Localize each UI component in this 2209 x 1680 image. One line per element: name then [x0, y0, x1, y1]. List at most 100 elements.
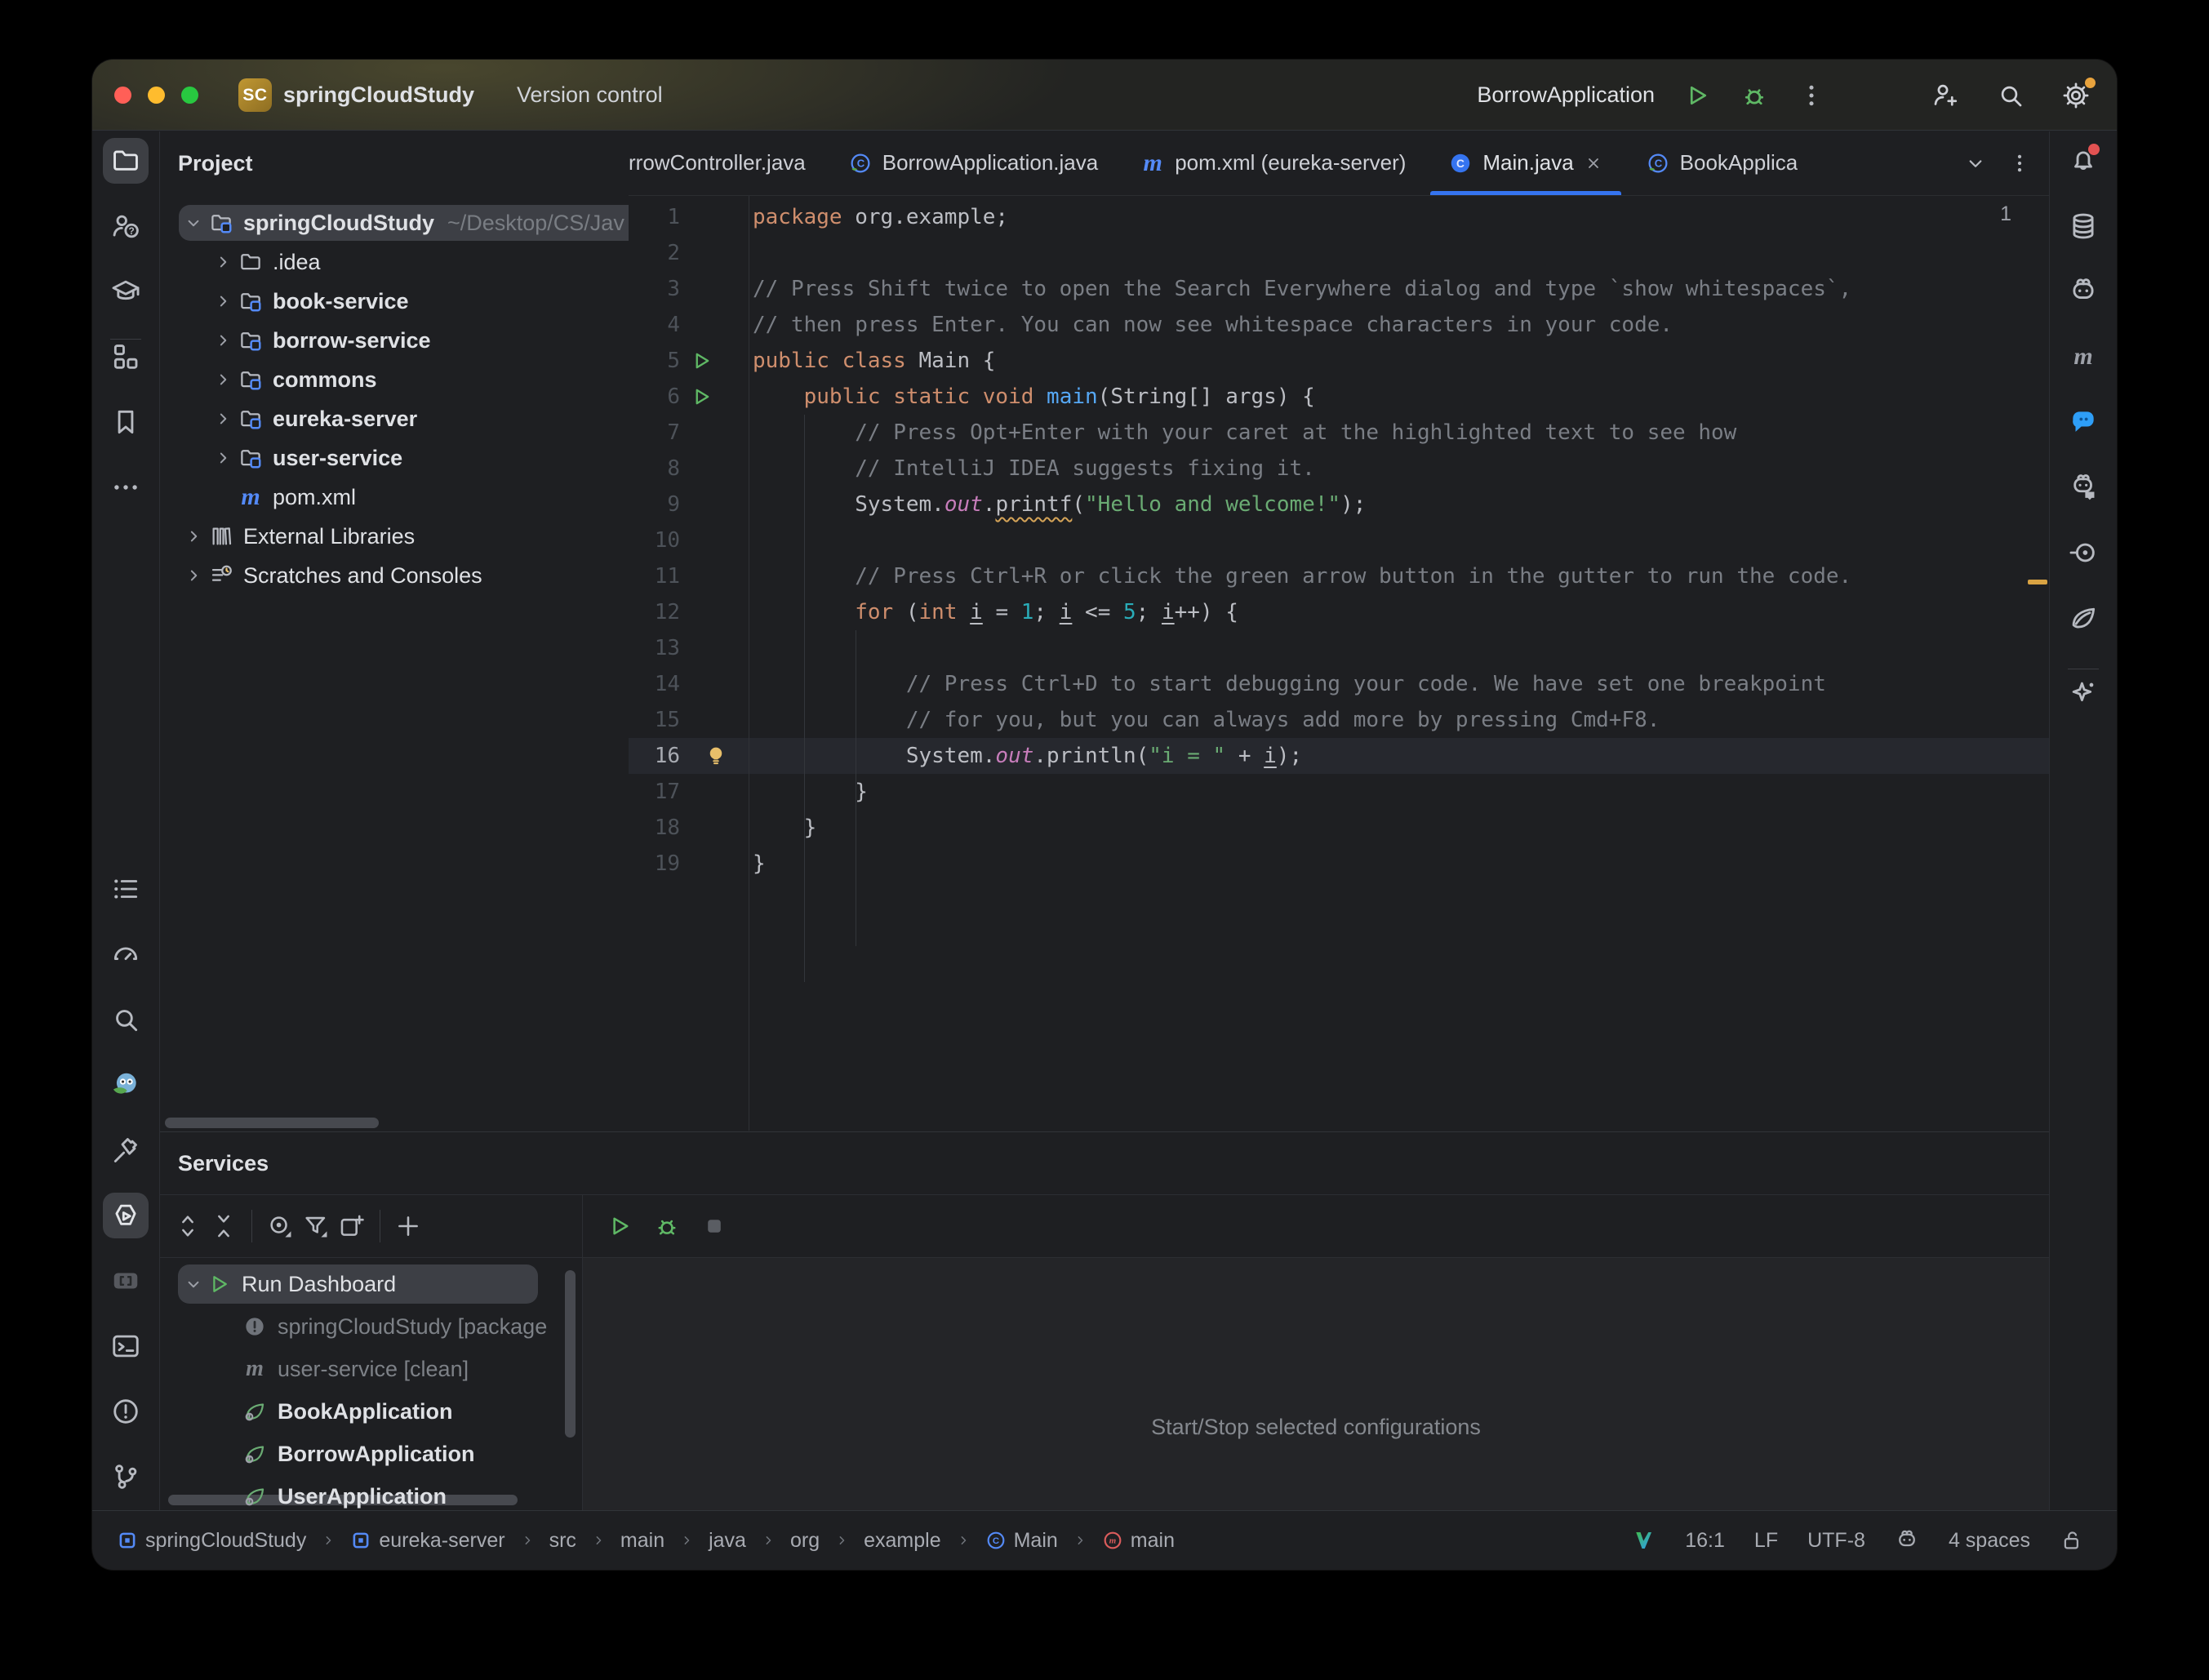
breadcrumb-item-org[interactable]: org [790, 1529, 820, 1553]
settings-button[interactable] [2058, 77, 2096, 113]
breadcrumb-item-main[interactable]: m main [1102, 1529, 1175, 1553]
tool-window-button-problems[interactable] [103, 1389, 149, 1434]
services-debug-button[interactable] [649, 1208, 685, 1244]
run-config-selector[interactable]: BorrowApplication [1470, 82, 1661, 108]
warning-stripe-mark[interactable] [2028, 580, 2047, 584]
project-tree-item-Scratches-and-Consoles[interactable]: Scratches and Consoles [160, 556, 629, 595]
chevron-right-icon[interactable] [209, 447, 237, 469]
chevron-down-icon[interactable] [180, 212, 207, 233]
run-line-button[interactable] [689, 343, 713, 379]
status-widget-UTF-8[interactable]: UTF-8 [1807, 1529, 1865, 1553]
tool-window-button-todo-list[interactable] [103, 866, 149, 912]
intention-bulb-icon[interactable] [704, 738, 728, 774]
editor-tab-BorrowApplication.java[interactable]: C BorrowApplication.java [827, 131, 1119, 195]
project-tree-item-book-service[interactable]: book-service [160, 282, 629, 321]
line-number[interactable]: 10 [629, 522, 680, 558]
inspections-widget[interactable]: 1 [1989, 202, 2034, 226]
code-editor[interactable]: 1 package org.example; 2 3 // Press Shift tw… [629, 196, 2049, 1131]
project-tree-item-eureka-server[interactable]: eureka-server [160, 399, 629, 438]
line-number[interactable]: 9 [629, 487, 680, 522]
line-number[interactable]: 16 [629, 738, 680, 774]
status-widget-v-logo[interactable] [1631, 1528, 1656, 1553]
status-widget-16:1[interactable]: 16:1 [1685, 1529, 1725, 1553]
tool-window-button-database[interactable] [2060, 203, 2106, 249]
project-tree-item-user-service[interactable]: user-service [160, 438, 629, 478]
services-tree-item-user-service--clean-[interactable]: m user-service [clean] [160, 1348, 582, 1390]
services-tree-item-UserApplication[interactable]: UserApplication [160, 1475, 582, 1510]
services-play-button[interactable] [602, 1208, 638, 1244]
services-tree-item-BookApplication[interactable]: BookApplication [160, 1390, 582, 1433]
editor-tab-BookApplica[interactable]: C BookApplica [1625, 131, 1798, 195]
tool-window-button-structure[interactable] [103, 334, 149, 380]
chevron-right-icon[interactable] [209, 251, 237, 273]
tool-window-button-folder[interactable] [103, 138, 149, 184]
breadcrumb-item-example[interactable]: example [864, 1529, 941, 1553]
project-tree-item-pom.xml[interactable]: m pom.xml [160, 478, 629, 517]
tool-window-button-gauge[interactable] [103, 931, 149, 977]
project-panel-header[interactable]: Project [160, 131, 629, 196]
chevron-right-icon[interactable] [209, 330, 237, 351]
line-number[interactable]: 11 [629, 558, 680, 594]
line-number[interactable]: 13 [629, 630, 680, 666]
view-options-button[interactable] [262, 1208, 298, 1244]
chevron-right-icon[interactable] [180, 526, 207, 547]
traffic-light-close[interactable] [114, 87, 131, 104]
version-control-menu[interactable]: Version control [517, 60, 671, 131]
breadcrumb-item-main[interactable]: main [620, 1529, 664, 1553]
close-tab-icon[interactable] [1584, 153, 1603, 173]
tool-window-button-find[interactable] [103, 997, 149, 1042]
tool-window-button-maven[interactable]: m [2060, 334, 2106, 380]
status-widget-unlock[interactable] [2060, 1528, 2084, 1553]
services-tree-item-Run-Dashboard[interactable]: Run Dashboard [160, 1263, 582, 1305]
breadcrumb-item-java[interactable]: java [709, 1529, 746, 1553]
status-widget-LF[interactable]: LF [1754, 1529, 1778, 1553]
filter-button[interactable] [298, 1208, 334, 1244]
tool-window-button-graduation-cap[interactable] [103, 269, 149, 314]
more-actions-button[interactable] [1793, 78, 1829, 113]
chevron-right-icon[interactable] [209, 291, 237, 312]
tool-window-button-more[interactable] [103, 464, 149, 510]
tool-window-button-terminal[interactable] [103, 1323, 149, 1369]
traffic-light-zoom[interactable] [181, 87, 198, 104]
tool-window-button-git-branch[interactable] [103, 1454, 149, 1500]
line-number[interactable]: 2 [629, 235, 680, 271]
collapse-all-button[interactable] [206, 1208, 242, 1244]
user-plus-button[interactable] [1927, 78, 1963, 113]
tool-window-button-brackets[interactable] [103, 1258, 149, 1304]
line-number[interactable]: 15 [629, 702, 680, 738]
status-widget-4-spaces[interactable]: 4 spaces [1949, 1529, 2030, 1553]
line-number[interactable]: 5 [629, 343, 680, 379]
editor-tab-pom.xml--eureka-server-[interactable]: m pom.xml (eureka-server) [1119, 131, 1427, 195]
tool-window-button-services-play[interactable] [103, 1193, 149, 1238]
tab-options-button[interactable] [2002, 145, 2038, 181]
project-tree-item-.idea[interactable]: .idea [160, 242, 629, 282]
tool-window-button-chat-bubble[interactable] [2060, 399, 2106, 445]
chevron-down-icon[interactable] [181, 1273, 206, 1295]
tab-list-button[interactable] [1958, 145, 1993, 181]
project-tree-horizontal-scrollbar[interactable] [165, 1118, 379, 1128]
editor-tab-rrowController.java[interactable]: rrowController.java [629, 131, 827, 195]
line-number[interactable]: 6 [629, 379, 680, 415]
services-stop-button[interactable] [696, 1208, 732, 1244]
services-tree-item-BorrowApplication[interactable]: BorrowApplication [160, 1433, 582, 1475]
breadcrumb-item-Main[interactable]: C Main [985, 1529, 1058, 1553]
project-tree-item-borrow-service[interactable]: borrow-service [160, 321, 629, 360]
chevron-right-icon[interactable] [180, 565, 207, 586]
status-widget-ai-robot[interactable] [1895, 1528, 1919, 1553]
expand-all-button[interactable] [170, 1208, 206, 1244]
tool-window-button-build-hammer[interactable] [103, 1127, 149, 1173]
chevron-right-icon[interactable] [209, 369, 237, 390]
tool-window-button-ai-robot[interactable] [2060, 269, 2106, 314]
line-number[interactable]: 3 [629, 271, 680, 307]
tool-window-button-user-question[interactable]: ? [103, 203, 149, 249]
project-tree-item-springCloudStudy[interactable]: springCloudStudy ~/Desktop/CS/Jav [160, 203, 629, 242]
add-tab-button[interactable] [334, 1208, 370, 1244]
editor-tab-Main.java[interactable]: C Main.java [1427, 131, 1624, 195]
project-name-menu[interactable]: springCloudStudy [283, 60, 482, 131]
tool-window-button-notifications-bell[interactable] [2060, 138, 2106, 184]
line-number[interactable]: 7 [629, 415, 680, 451]
line-number[interactable]: 8 [629, 451, 680, 487]
tool-window-button-owl-plugin[interactable] [103, 1062, 149, 1108]
line-number[interactable]: 17 [629, 774, 680, 810]
tool-window-button-spring-leaf-outline[interactable] [2060, 595, 2106, 641]
